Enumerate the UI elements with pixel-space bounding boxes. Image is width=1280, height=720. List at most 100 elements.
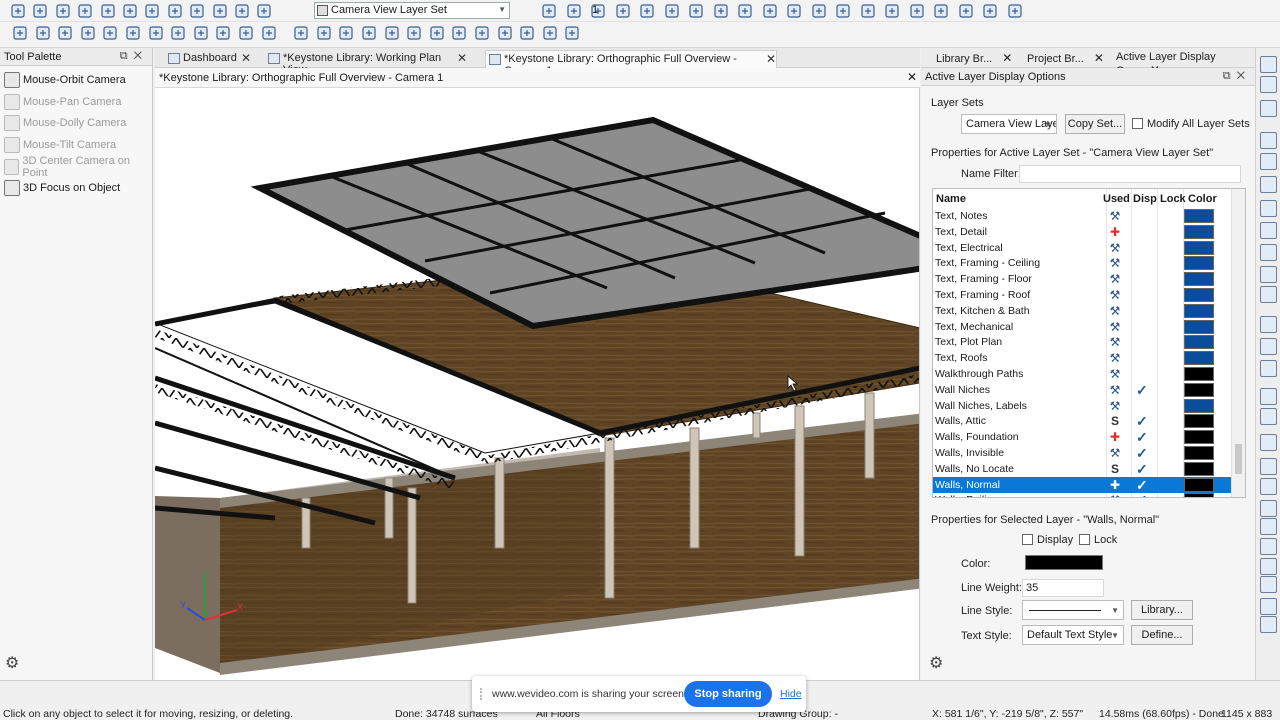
modify-all-checkbox[interactable] xyxy=(1132,118,1143,129)
cad-block-icon[interactable] xyxy=(563,24,581,42)
pointer-icon[interactable] xyxy=(11,24,29,42)
footprints-icon[interactable] xyxy=(761,2,779,20)
material-icon[interactable] xyxy=(834,2,852,20)
fixture-icon[interactable] xyxy=(237,24,255,42)
text-icon[interactable] xyxy=(383,24,401,42)
zoom-out-icon[interactable] xyxy=(1260,176,1277,193)
eyedropper-icon[interactable] xyxy=(859,2,877,20)
layer-set-select[interactable]: Camera View Laye ▼ xyxy=(961,114,1057,134)
fill-all-icon[interactable] xyxy=(1260,222,1277,239)
layer-row[interactable]: Text, Notes ⚒ xyxy=(933,208,1233,224)
close-icon[interactable]: ✕ xyxy=(1002,51,1012,65)
elevation-icon[interactable] xyxy=(712,2,730,20)
layer-color-swatch[interactable] xyxy=(1184,240,1214,255)
rectangle-icon[interactable] xyxy=(518,24,536,42)
layer-table[interactable]: Name Used Disp Lock Color Text, Notes ⚒ Te… xyxy=(932,188,1246,498)
layer-color-swatch[interactable] xyxy=(1184,493,1214,497)
checkmark-icon[interactable]: ✓ xyxy=(1136,477,1148,494)
save-icon[interactable] xyxy=(76,2,94,20)
polyline-icon[interactable] xyxy=(450,24,468,42)
wrench-icon[interactable] xyxy=(1260,518,1277,535)
layer-row[interactable]: Text, Kitchen & Bath ⚒ xyxy=(933,303,1233,319)
layer-color-swatch[interactable] xyxy=(1184,367,1214,381)
dimension-icon[interactable] xyxy=(337,24,355,42)
close-icon[interactable]: ✕ xyxy=(457,51,467,65)
layer-row[interactable]: Walls, Foundation ✚ ✓ xyxy=(933,429,1233,445)
layer-color-swatch[interactable] xyxy=(1184,382,1214,397)
hide-link[interactable]: Hide xyxy=(780,688,802,700)
layer-color-swatch[interactable] xyxy=(1184,256,1214,271)
tile-icon[interactable] xyxy=(1006,2,1024,20)
checkmark-icon[interactable]: ✓ xyxy=(1136,445,1148,462)
layer-color-swatch[interactable] xyxy=(1184,430,1214,445)
gear-icon[interactable]: ⚙ xyxy=(5,656,21,672)
build-house-icon[interactable] xyxy=(214,24,232,42)
palette-item-pan[interactable]: Mouse-Pan Camera xyxy=(4,92,121,112)
tab-library-browser[interactable]: Library Br... ✕ xyxy=(936,51,1012,65)
layer-color-swatch[interactable] xyxy=(1184,288,1214,302)
pan-window-icon[interactable] xyxy=(1260,266,1277,283)
stop-sharing-button[interactable]: Stop sharing xyxy=(684,681,772,707)
layer-row[interactable]: Text, Mechanical ⚒ xyxy=(933,319,1233,335)
layer-row[interactable]: Walls, No Locate S ✓ xyxy=(933,461,1233,477)
line-weights-icon[interactable] xyxy=(1260,316,1277,333)
grid-snap-icon[interactable] xyxy=(1260,478,1277,495)
camera-icon[interactable] xyxy=(687,2,705,20)
checkmark-icon[interactable]: ✓ xyxy=(1136,492,1148,497)
add-point-icon[interactable] xyxy=(1260,338,1277,355)
layer-color-swatch[interactable] xyxy=(1184,272,1214,287)
layer-row[interactable]: Text, Roofs ⚒ xyxy=(933,350,1233,366)
object-snap-icon[interactable] xyxy=(1260,434,1277,451)
help-icon[interactable] xyxy=(211,2,229,20)
arc-icon[interactable] xyxy=(473,24,491,42)
gear-icon[interactable]: ⚙ xyxy=(929,656,945,672)
col-color-header[interactable]: Color xyxy=(1188,189,1217,209)
cut-icon[interactable] xyxy=(121,2,139,20)
framing-icon[interactable] xyxy=(169,24,187,42)
stairs-icon[interactable] xyxy=(147,24,165,42)
layer-color-swatch[interactable] xyxy=(1184,446,1214,460)
spline-icon[interactable] xyxy=(541,24,559,42)
active-layer-icon[interactable] xyxy=(1260,100,1277,117)
ruler-icon[interactable] xyxy=(1260,558,1277,575)
layer-row[interactable]: Wall Niches ⚒ ✓ xyxy=(933,382,1233,398)
name-filter-input[interactable] xyxy=(1019,165,1241,183)
layer-row[interactable]: Text, Framing - Floor ⚒ xyxy=(933,271,1233,287)
checkmark-icon[interactable]: ✓ xyxy=(1136,382,1148,399)
col-used-header[interactable]: Used xyxy=(1103,189,1130,209)
camera-3d-view[interactable]: Z Y X xyxy=(155,88,920,680)
delete-icon[interactable] xyxy=(428,24,446,42)
layer-row[interactable]: Walls, Railings ⚒ ✓ xyxy=(933,492,1233,497)
render-icon[interactable] xyxy=(932,2,950,20)
library-button[interactable]: Library... xyxy=(1131,600,1193,620)
palette-item-tilt[interactable]: Mouse-Tilt Camera xyxy=(4,135,116,155)
layer-row[interactable]: Text, Electrical ⚒ xyxy=(933,240,1233,256)
close-icon[interactable]: ✕ xyxy=(907,70,917,84)
terrain-icon[interactable] xyxy=(260,24,278,42)
cabinet-icon[interactable] xyxy=(79,24,97,42)
layer-row[interactable]: Wall Niches, Labels ⚒ xyxy=(933,398,1233,414)
tab-project-browser[interactable]: Project Br... ✕ xyxy=(1027,51,1104,65)
zoom-extents-icon[interactable] xyxy=(1260,244,1277,261)
arrow-icon[interactable] xyxy=(360,24,378,42)
checkmark-icon[interactable]: ✓ xyxy=(1136,429,1148,446)
capture-icon[interactable] xyxy=(957,2,975,20)
erase-icon[interactable] xyxy=(908,2,926,20)
close-icon[interactable]: ✕ xyxy=(766,52,776,66)
display-options-icon[interactable] xyxy=(565,2,583,20)
line-weight-input[interactable]: 35 xyxy=(1022,579,1104,597)
compass-icon[interactable] xyxy=(1260,598,1277,615)
fill-window-icon[interactable] xyxy=(1260,200,1277,217)
print-icon[interactable] xyxy=(99,2,117,20)
layer-color-swatch[interactable] xyxy=(1184,351,1214,366)
axis-icon[interactable] xyxy=(1260,576,1277,593)
tab-camera-1[interactable]: *Keystone Library: Orthographic Full Ove… xyxy=(485,50,777,77)
line-style-select[interactable]: ▼ xyxy=(1022,600,1124,620)
copy-icon[interactable] xyxy=(188,2,206,20)
zoom-in-icon[interactable] xyxy=(1260,153,1277,170)
cad-line-icon[interactable] xyxy=(405,24,423,42)
reference-icon[interactable] xyxy=(981,2,999,20)
select-objects-icon[interactable] xyxy=(9,2,27,20)
panel-pin-close[interactable]: ⧉✕ xyxy=(120,50,148,63)
layer-row[interactable]: Walls, Attic S ✓ xyxy=(933,413,1233,429)
